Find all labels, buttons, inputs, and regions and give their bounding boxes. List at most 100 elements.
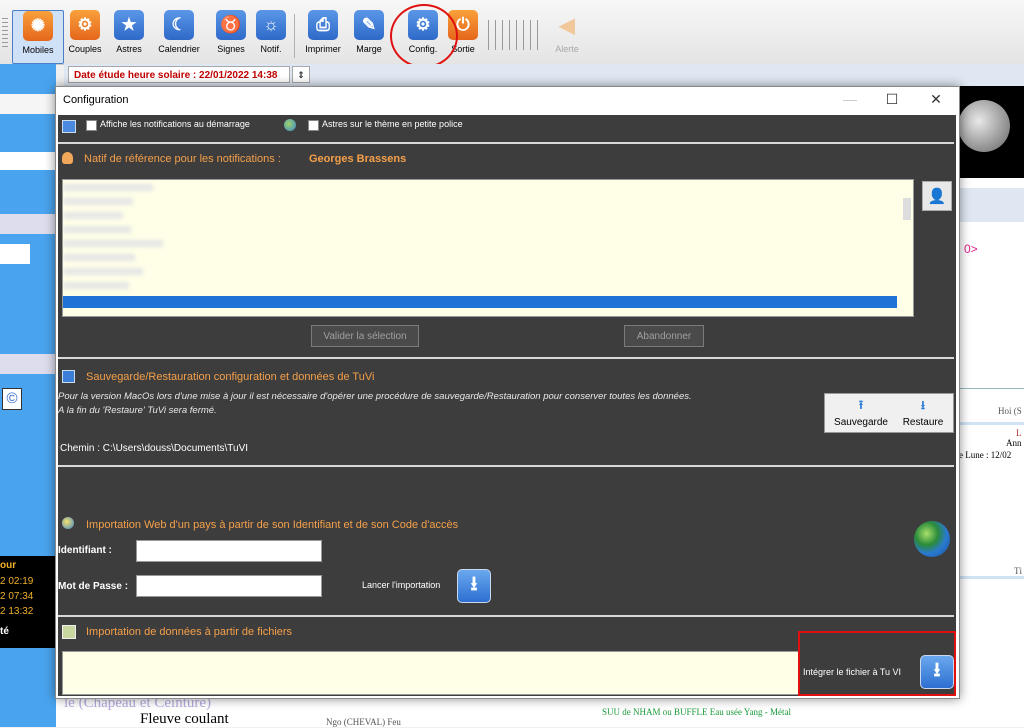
printer-icon: ⎙ — [308, 10, 338, 40]
validate-selection-button[interactable]: Valider la sélection — [311, 325, 419, 347]
date-study-field[interactable]: Date étude heure solaire : 22/01/2022 14… — [68, 66, 290, 83]
natif-list[interactable] — [62, 179, 914, 317]
backup-title: Sauvegarde/Restauration configuration et… — [86, 371, 375, 383]
dialog-title: Configuration — [63, 94, 129, 106]
list-item[interactable] — [63, 198, 133, 205]
small-font-label: Astres sur le thème en petite police — [322, 119, 463, 129]
maximize-button[interactable]: ☐ — [882, 91, 902, 109]
list-item-selected[interactable] — [63, 296, 897, 308]
right-text: Ann — [1006, 438, 1022, 448]
marge-button[interactable]: ✎ Marge — [344, 10, 394, 62]
list-item[interactable] — [63, 184, 153, 191]
toolbar-divider-lines — [488, 20, 544, 50]
file-import-title: Importation de données à partir de fichi… — [86, 626, 293, 638]
alerte-button[interactable]: ◀ Alerte — [542, 10, 592, 62]
earth-icon — [914, 521, 950, 557]
backup-path: Chemin : C:\Users\douss\Documents\TuVI — [60, 443, 249, 454]
list-item[interactable] — [63, 226, 131, 233]
couples-button[interactable]: ⚙ Couples — [60, 10, 110, 62]
download-icon: ⭳ — [933, 659, 941, 681]
divider — [58, 615, 954, 617]
time-value: 2 13:32 — [0, 606, 34, 617]
dialog-client: Affiche les notifications au démarrage A… — [58, 115, 956, 696]
config-highlight-circle — [390, 4, 458, 68]
dialog-titlebar: Configuration — ☐ ✕ — [56, 87, 959, 115]
backup-buttons-panel: ⭱ Sauvegarde ⭳ Restaure — [824, 393, 954, 433]
bottom-mid-text: Ngo (CHEVAL) Feu — [326, 717, 401, 727]
alert-icon: ◀ — [559, 14, 575, 37]
show-notifications-checkbox[interactable] — [86, 120, 97, 131]
imprimer-button[interactable]: ⎙ Imprimer — [298, 10, 348, 62]
moon-image — [958, 100, 1010, 152]
notifications-icon — [62, 120, 76, 133]
password-label: Mot de Passe : — [58, 581, 129, 592]
right-text: Hoi (S — [998, 406, 1022, 416]
download-arrow-icon: ⭳ — [920, 398, 926, 412]
minimize-button[interactable]: — — [840, 91, 860, 109]
wrench-icon: ✎ — [354, 10, 384, 40]
right-divider-2 — [956, 422, 1024, 425]
user-select-button[interactable]: 👤 — [922, 181, 952, 211]
astres-button[interactable]: ★ Astres — [104, 10, 154, 62]
right-divider — [956, 388, 1024, 389]
imprimer-label: Imprimer — [305, 44, 341, 54]
marge-label: Marge — [356, 44, 382, 54]
mobiles-label: Mobiles — [22, 45, 54, 55]
date-spinner[interactable]: ⇕ — [292, 66, 310, 83]
calendrier-button[interactable]: ☾ Calendrier — [154, 10, 204, 62]
left-panel: © our 2 02:19 2 07:34 2 13:32 té — [0, 64, 56, 727]
astres-label: Astres — [116, 44, 142, 54]
globe-icon — [62, 517, 74, 529]
list-item[interactable] — [63, 268, 143, 275]
file-import-icon — [62, 625, 76, 639]
launch-import-button[interactable]: ⭳ — [457, 569, 491, 603]
backup-note: A la fin du 'Restaure' TuVi sera fermé. — [58, 405, 217, 416]
save-label: Sauvegarde — [834, 417, 888, 428]
list-item[interactable] — [63, 240, 163, 247]
left-combo-2[interactable] — [0, 214, 56, 234]
right-chart-label: 0> — [964, 242, 978, 256]
mobiles-button[interactable]: ✺ Mobiles — [12, 10, 64, 64]
couples-icon: ⚙ — [70, 10, 100, 40]
alerte-label: Alerte — [555, 44, 579, 54]
bottom-subtitle: Fleuve coulant — [140, 711, 229, 727]
moon-icon: ☾ — [164, 10, 194, 40]
divider — [58, 357, 954, 359]
bottom-strip: le (Chapeau et Ceinture) Fleuve coulant … — [56, 695, 956, 727]
couples-label: Couples — [68, 44, 102, 54]
right-header — [956, 188, 1024, 222]
password-input[interactable] — [136, 575, 322, 597]
natif-label: Natif de référence pour les notification… — [84, 153, 281, 165]
right-panel: 0> Hoi (S L Ann re Lune : 12/02 Tì — [956, 86, 1024, 727]
divider — [58, 142, 954, 144]
bottom-right-text: SUU de NHAM ou BUFFLE Eau usée Yang - Mé… — [602, 707, 791, 717]
close-button[interactable]: ✕ — [926, 91, 946, 109]
integrate-file-button[interactable]: ⭳ — [920, 655, 954, 689]
copyright-icon[interactable]: © — [2, 388, 22, 410]
signs-icon: ♉ — [216, 10, 246, 40]
cancel-button[interactable]: Abandonner — [624, 325, 704, 347]
download-icon: ⭳ — [470, 573, 478, 595]
identifier-input[interactable] — [136, 540, 322, 562]
notif-button[interactable]: ☼ Notif. — [246, 10, 296, 62]
upload-arrow-icon: ⭱ — [858, 398, 864, 412]
globe-icon — [284, 119, 296, 131]
restore-button[interactable]: ⭳ Restaure — [895, 396, 951, 430]
left-combo[interactable] — [0, 152, 56, 170]
time-label: our — [0, 560, 17, 571]
time-value: 2 02:19 — [0, 576, 34, 587]
small-font-checkbox[interactable] — [308, 120, 319, 131]
restore-label: Restaure — [902, 417, 944, 428]
show-notifications-label: Affiche les notifications au démarrage — [100, 119, 250, 129]
list-scrollbar-thumb[interactable] — [903, 198, 911, 220]
save-button[interactable]: ⭱ Sauvegarde — [831, 396, 891, 430]
left-input[interactable] — [0, 244, 30, 264]
file-import-area[interactable] — [62, 651, 800, 695]
person-icon — [62, 152, 73, 164]
configuration-dialog: Configuration — ☐ ✕ Affiche les notifica… — [55, 86, 960, 699]
list-item[interactable] — [63, 212, 123, 219]
toolbar-grip — [2, 18, 8, 50]
list-item[interactable] — [63, 254, 135, 261]
left-combo-3[interactable] — [0, 354, 56, 374]
list-item[interactable] — [63, 282, 129, 289]
